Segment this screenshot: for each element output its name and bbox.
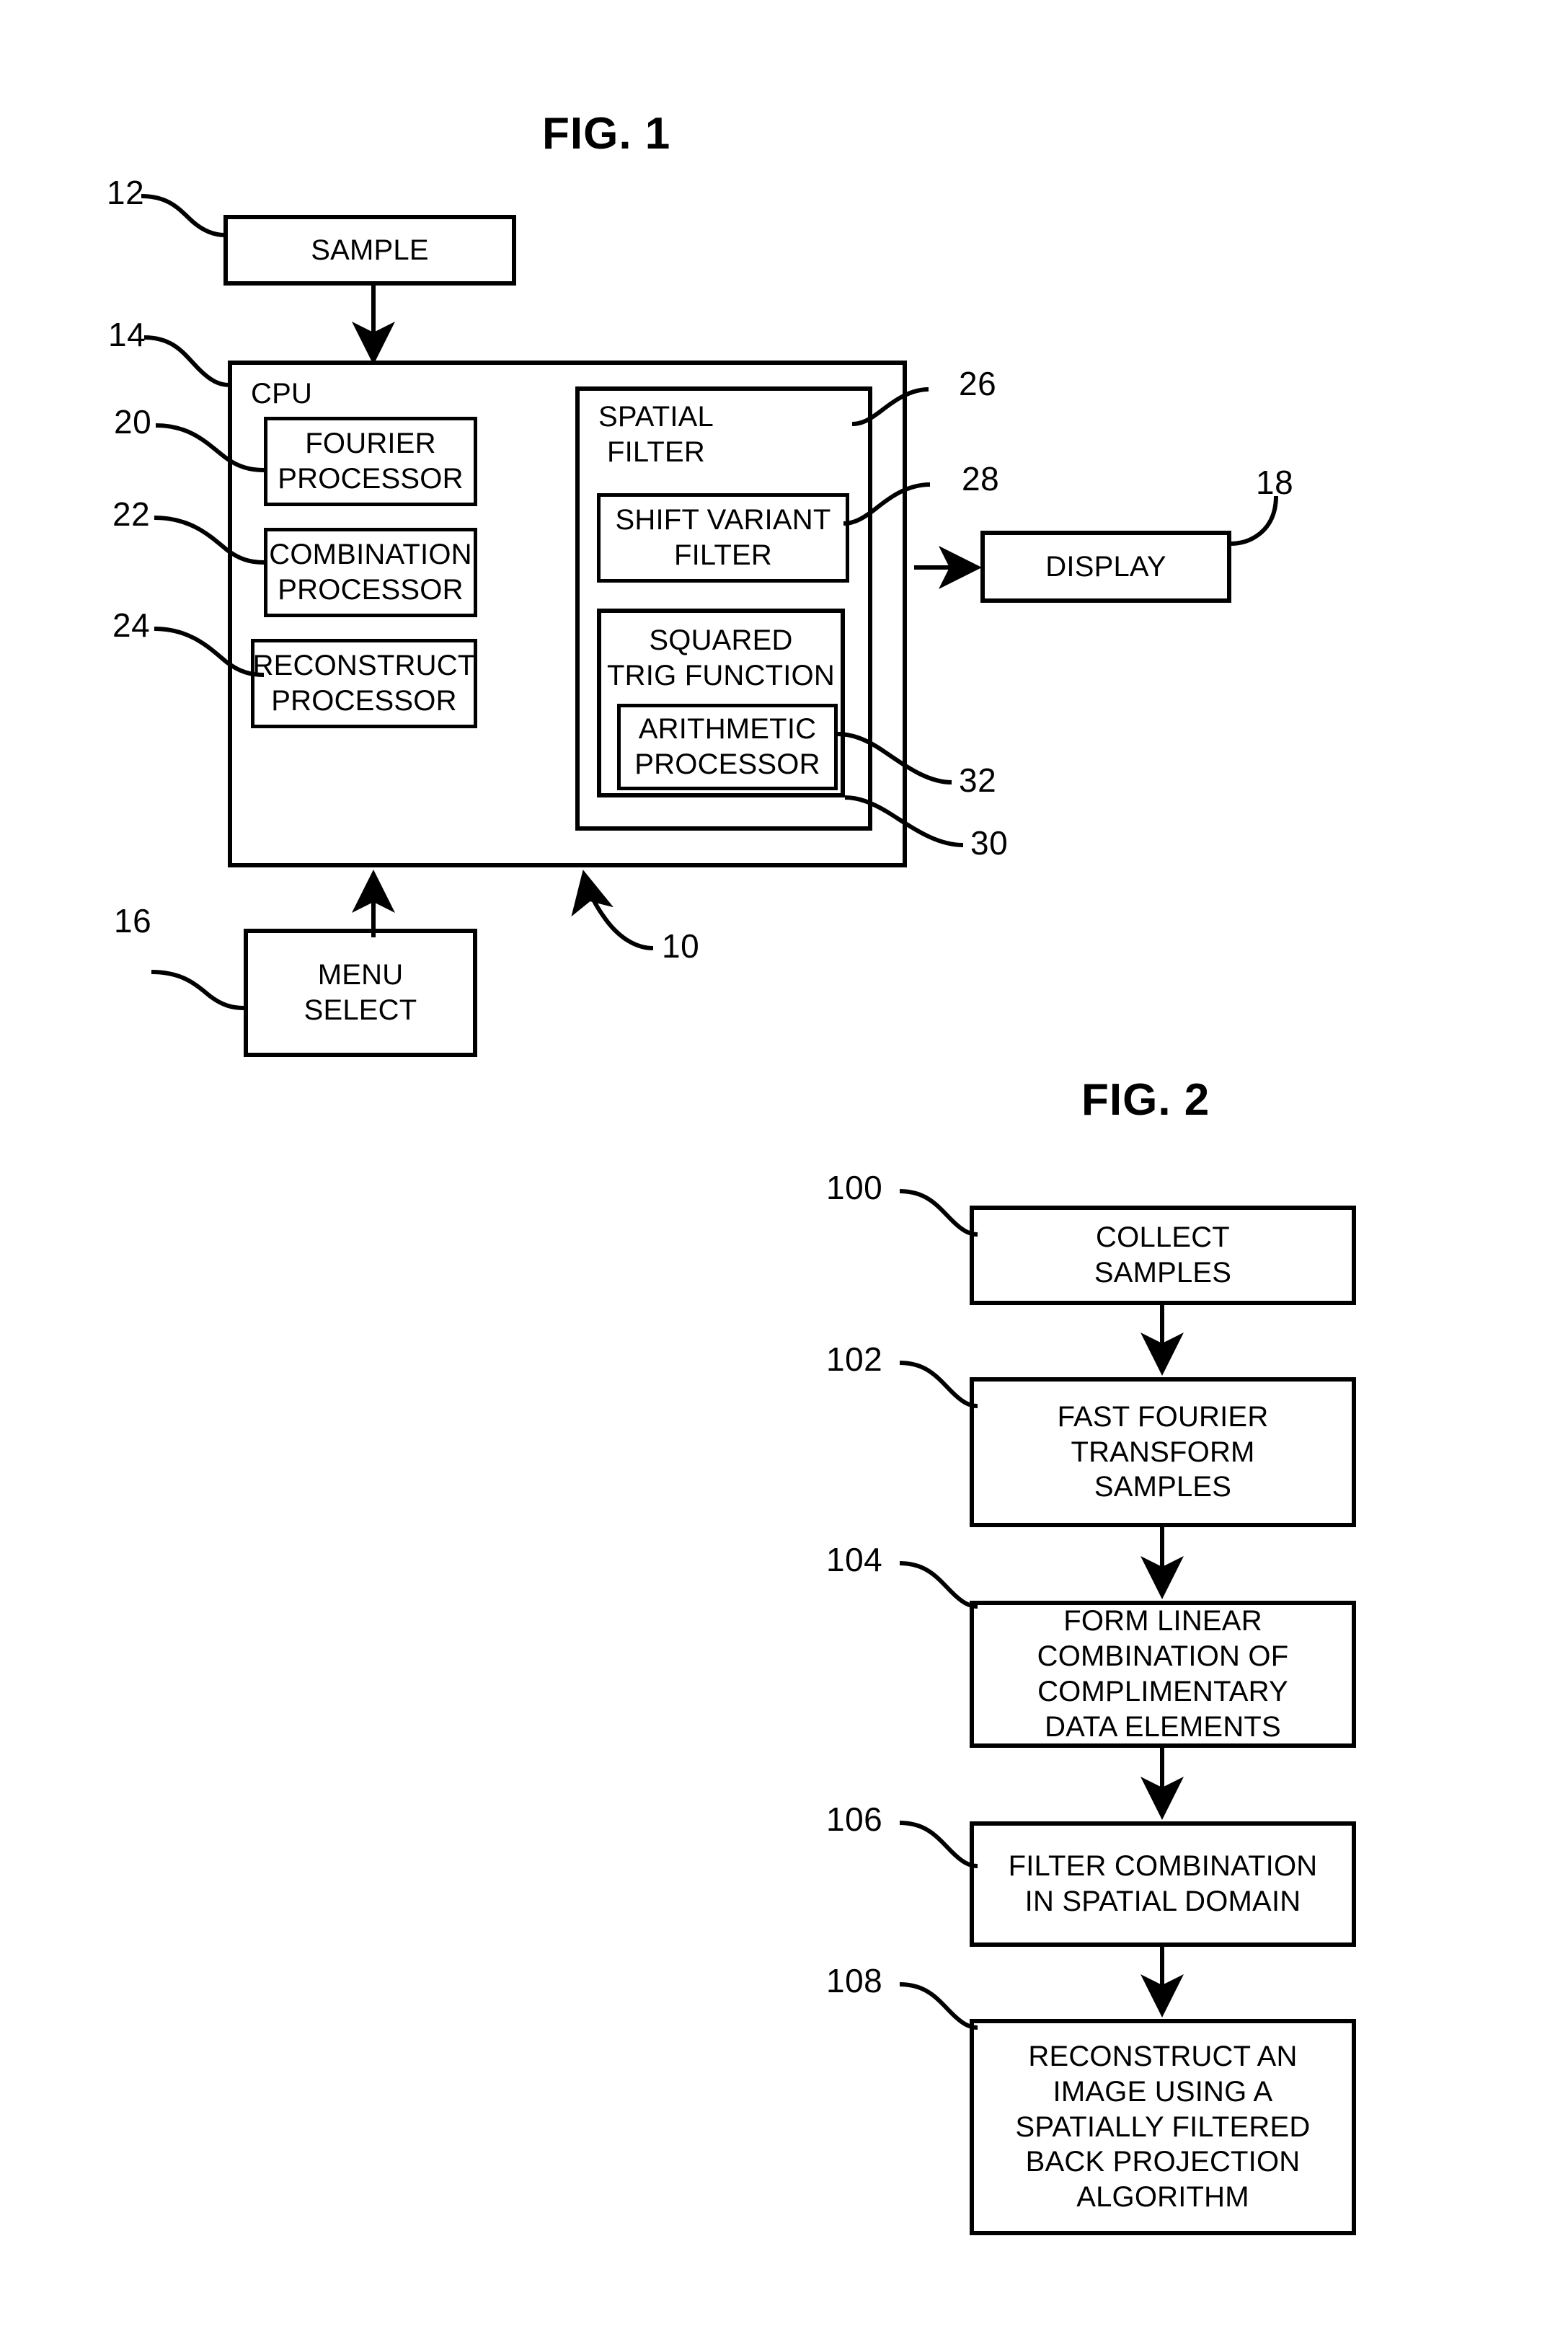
reference-numeral-100: 100 xyxy=(826,1169,883,1206)
leader-line-108 xyxy=(899,1982,978,2030)
reference-numeral-108: 108 xyxy=(826,1962,883,1999)
leader-line-100 xyxy=(899,1189,978,1237)
flow-step-104-label: FORM LINEAR COMBINATION OF COMPLIMENTARY… xyxy=(1037,1605,1289,1743)
block-cpu-label: CPU xyxy=(251,378,313,410)
block-fourier-processor: FOURIER PROCESSOR xyxy=(264,417,477,506)
block-menu-select: MENU SELECT xyxy=(244,929,477,1057)
block-shift-variant-filter-label: SHIFT VARIANT FILTER xyxy=(615,504,831,571)
block-spatial-filter-label: SPATIAL FILTER xyxy=(598,401,714,468)
block-display: DISPLAY xyxy=(980,531,1231,603)
reference-numeral-30: 30 xyxy=(970,824,1009,862)
flow-step-108: RECONSTRUCT AN IMAGE USING A SPATIALLY F… xyxy=(970,2019,1356,2235)
reference-numeral-28: 28 xyxy=(962,460,1000,498)
reference-numeral-12: 12 xyxy=(107,174,145,211)
reference-numeral-102: 102 xyxy=(826,1340,883,1378)
flow-step-100: COLLECT SAMPLES xyxy=(970,1206,1356,1305)
block-arithmetic-processor: ARITHMETIC PROCESSOR xyxy=(617,704,838,790)
flow-step-100-label: COLLECT SAMPLES xyxy=(1094,1221,1232,1289)
reference-numeral-22: 22 xyxy=(112,495,151,533)
block-display-label: DISPLAY xyxy=(1045,550,1166,583)
patent-drawing-sheet: FIG. 1 12 14 20 22 24 26 28 18 32 30 16 … xyxy=(0,0,1568,2347)
connector-lines-layer xyxy=(141,194,1278,2030)
block-reconstruct-processor: RECONSTRUCT PROCESSOR xyxy=(251,639,477,728)
block-arithmetic-processor-label: ARITHMETIC PROCESSOR xyxy=(634,713,820,780)
leader-line-104 xyxy=(899,1561,978,1609)
reference-numeral-16: 16 xyxy=(114,902,152,940)
flow-step-106-label: FILTER COMBINATION IN SPATIAL DOMAIN xyxy=(1008,1850,1318,1917)
reference-numeral-20: 20 xyxy=(114,403,152,441)
reference-numeral-14: 14 xyxy=(108,316,146,353)
flow-step-102: FAST FOURIER TRANSFORM SAMPLES xyxy=(970,1377,1356,1527)
block-fourier-processor-label: FOURIER PROCESSOR xyxy=(278,428,464,495)
flow-step-106: FILTER COMBINATION IN SPATIAL DOMAIN xyxy=(970,1821,1356,1947)
flow-step-104: FORM LINEAR COMBINATION OF COMPLIMENTARY… xyxy=(970,1601,1356,1748)
block-menu-select-label: MENU SELECT xyxy=(304,959,417,1026)
reference-numeral-32: 32 xyxy=(959,761,997,799)
reference-numeral-18: 18 xyxy=(1256,464,1294,501)
figure-1-title: FIG. 1 xyxy=(542,109,671,159)
leader-line-102 xyxy=(899,1361,978,1408)
block-sample: SAMPLE xyxy=(223,215,516,286)
block-sample-label: SAMPLE xyxy=(311,234,429,266)
reference-numeral-24: 24 xyxy=(112,606,151,644)
leader-line-106 xyxy=(899,1821,978,1868)
leader-line-18 xyxy=(1229,495,1278,546)
reference-numeral-10: 10 xyxy=(662,927,700,965)
block-reconstruct-processor-label: RECONSTRUCT PROCESSOR xyxy=(252,650,476,717)
reference-numeral-26: 26 xyxy=(959,365,997,402)
block-combination-processor-label: COMBINATION PROCESSOR xyxy=(269,539,472,606)
figure-2-title: FIG. 2 xyxy=(1081,1075,1210,1125)
leader-line-10 xyxy=(571,870,654,950)
leader-line-16 xyxy=(151,970,244,1010)
leader-line-12 xyxy=(141,194,226,237)
flow-step-102-label: FAST FOURIER TRANSFORM SAMPLES xyxy=(1057,1400,1269,1503)
reference-numeral-104: 104 xyxy=(826,1541,883,1578)
reference-numeral-106: 106 xyxy=(826,1800,883,1838)
flow-step-108-label: RECONSTRUCT AN IMAGE USING A SPATIALLY F… xyxy=(1015,2041,1311,2214)
leader-line-14 xyxy=(143,335,230,387)
block-combination-processor: COMBINATION PROCESSOR xyxy=(264,528,477,617)
block-squared-trig-function-label: SQUARED TRIG FUNCTION xyxy=(607,624,835,691)
block-shift-variant-filter: SHIFT VARIANT FILTER xyxy=(597,493,849,583)
